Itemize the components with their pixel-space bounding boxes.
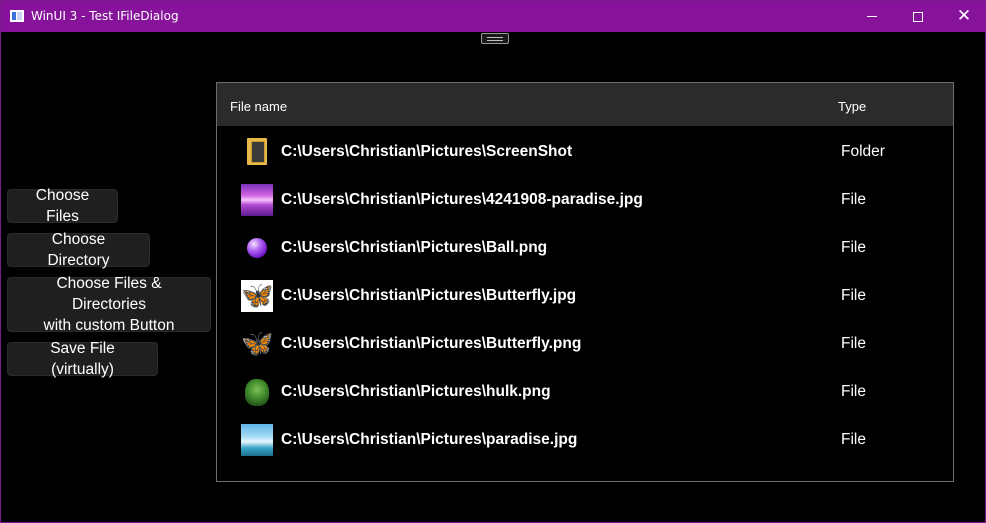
window-title: WinUI 3 - Test IFileDialog — [31, 9, 179, 23]
butterfly-jpg-thumbnail-icon: 🦋 — [241, 280, 274, 312]
list-item[interactable]: C:\Users\Christian\Pictures\4241908-para… — [217, 176, 953, 224]
folder-icon — [241, 136, 273, 168]
file-path: C:\Users\Christian\Pictures\ScreenShot — [281, 143, 573, 160]
close-icon: ✕ — [956, 6, 972, 26]
list-header: File name Type — [217, 83, 953, 126]
choose-directory-button[interactable]: Choose Directory — [7, 231, 150, 269]
close-button[interactable]: ✕ — [941, 1, 986, 32]
file-type: File — [841, 287, 866, 304]
file-type: File — [841, 431, 866, 448]
file-type: File — [841, 383, 866, 400]
file-type: File — [841, 191, 866, 208]
choose-both-label-line2: with custom Button — [43, 317, 175, 334]
list-item[interactable]: C:\Users\Christian\Pictures\Ball.png Fil… — [217, 224, 953, 272]
file-path: C:\Users\Christian\Pictures\hulk.png — [281, 383, 551, 400]
file-path: C:\Users\Christian\Pictures\Butterfly.jp… — [281, 287, 577, 304]
file-path: C:\Users\Christian\Pictures\paradise.jpg — [281, 431, 578, 448]
list-item[interactable]: 🦋 C:\Users\Christian\Pictures\Butterfly.… — [217, 272, 953, 320]
file-type: Folder — [841, 143, 885, 160]
list-item[interactable]: C:\Users\Christian\Pictures\paradise.jpg… — [217, 416, 953, 464]
maximize-icon — [913, 11, 923, 22]
file-path: C:\Users\Christian\Pictures\4241908-para… — [281, 191, 643, 208]
splitter-grip-handle[interactable] — [481, 33, 509, 44]
choose-files-button[interactable]: Choose Files — [7, 187, 118, 225]
minimize-button[interactable] — [849, 1, 895, 32]
title-bar[interactable]: WinUI 3 - Test IFileDialog ✕ — [1, 1, 986, 32]
file-type: File — [841, 335, 866, 352]
choose-files-and-directories-button[interactable]: Choose Files & Directories with custom B… — [7, 275, 211, 334]
list-item[interactable]: C:\Users\Christian\Pictures\ScreenShot F… — [217, 128, 953, 176]
butterfly-png-thumbnail-icon: 🦋 — [241, 329, 274, 359]
list-item[interactable]: 🦋 C:\Users\Christian\Pictures\Butterfly.… — [217, 320, 953, 368]
ball-thumbnail-icon — [241, 232, 273, 264]
file-path: C:\Users\Christian\Pictures\Ball.png — [281, 239, 548, 256]
list-item[interactable]: C:\Users\Christian\Pictures\hulk.png Fil… — [217, 368, 953, 416]
maximize-button[interactable] — [895, 1, 941, 32]
app-icon — [10, 10, 24, 22]
file-path: C:\Users\Christian\Pictures\Butterfly.pn… — [281, 335, 582, 352]
app-window: WinUI 3 - Test IFileDialog ✕ Choose File… — [0, 0, 986, 523]
choose-files-label: Choose Files — [35, 187, 90, 225]
paradise-purple-thumbnail-icon — [241, 184, 273, 216]
paradise-blue-thumbnail-icon — [241, 424, 273, 456]
choose-directory-label: Choose Directory — [47, 231, 110, 269]
save-file-label: Save File (virtually) — [50, 340, 115, 378]
choose-both-label-line1: Choose Files & Directories — [56, 275, 162, 313]
column-header-type[interactable]: Type — [838, 99, 866, 114]
minimize-icon — [867, 16, 877, 17]
save-file-button[interactable]: Save File (virtually) — [7, 340, 158, 378]
column-header-file-name[interactable]: File name — [230, 99, 287, 114]
file-type: File — [841, 239, 866, 256]
file-list[interactable]: File name Type C:\Users\Christian\Pictur… — [216, 82, 954, 482]
hulk-thumbnail-icon — [241, 376, 273, 408]
